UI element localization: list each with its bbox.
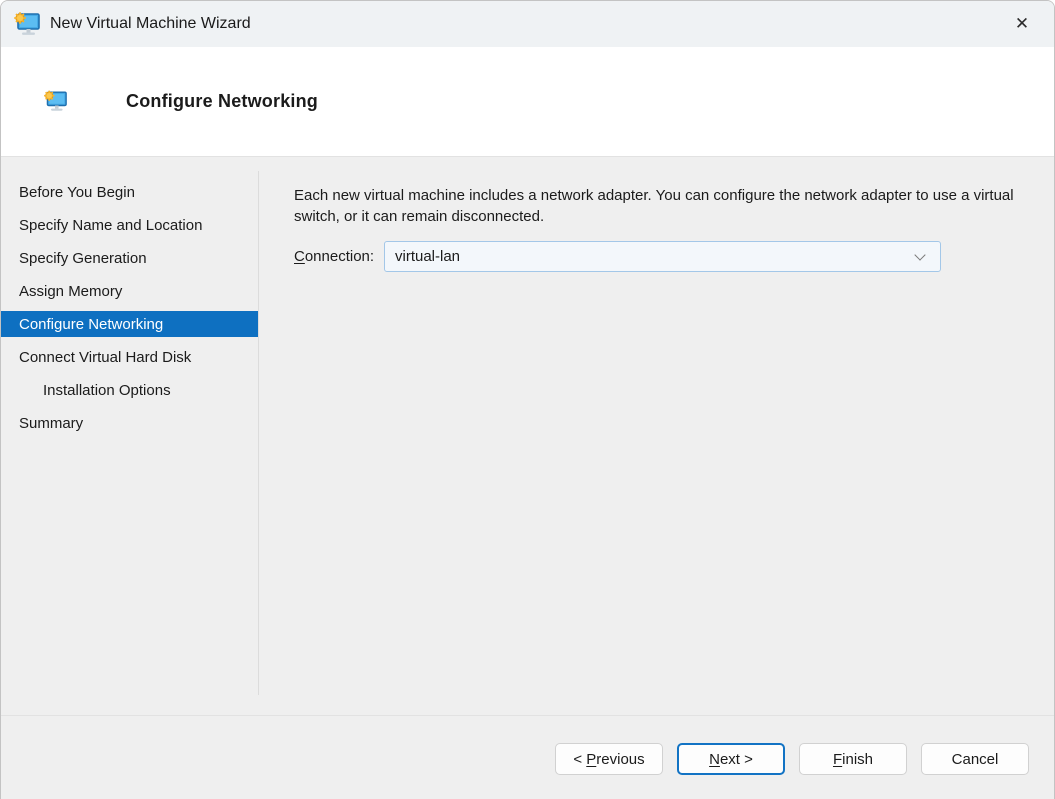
- connection-row: Connection: virtual-lan: [294, 241, 1022, 272]
- finish-button[interactable]: Finish: [799, 743, 907, 775]
- vm-monitor-icon: [44, 90, 67, 111]
- wizard-footer: < Previous Next > Finish Cancel: [1, 715, 1054, 799]
- next-button[interactable]: Next >: [677, 743, 785, 775]
- cancel-button[interactable]: Cancel: [921, 743, 1029, 775]
- wizard-window: New Virtual Machine Wizard ✕ Configure N…: [0, 0, 1055, 799]
- sidebar-item-before-you-begin[interactable]: Before You Begin: [1, 179, 258, 205]
- page-description: Each new virtual machine includes a netw…: [294, 187, 1014, 225]
- window-title: New Virtual Machine Wizard: [50, 15, 251, 32]
- connection-label-accesskey: C: [294, 248, 305, 265]
- sidebar-item-assign-memory[interactable]: Assign Memory: [1, 278, 258, 304]
- vm-monitor-icon: [14, 11, 40, 35]
- connection-dropdown[interactable]: virtual-lan: [384, 241, 941, 272]
- wizard-header: Configure Networking: [1, 47, 1054, 157]
- wizard-body: Before You Begin Specify Name and Locati…: [1, 157, 1054, 715]
- sidebar-item-connect-virtual-hard-disk[interactable]: Connect Virtual Hard Disk: [1, 344, 258, 370]
- wizard-steps-sidebar: Before You Begin Specify Name and Locati…: [1, 157, 258, 715]
- sidebar-item-specify-name-and-location[interactable]: Specify Name and Location: [1, 212, 258, 238]
- sidebar-item-summary[interactable]: Summary: [1, 410, 258, 436]
- sidebar-item-specify-generation[interactable]: Specify Generation: [1, 245, 258, 271]
- connection-label: Connection:: [294, 248, 384, 265]
- close-icon[interactable]: ✕: [1000, 1, 1044, 47]
- sidebar-item-installation-options[interactable]: Installation Options: [1, 377, 258, 403]
- chevron-down-icon: [914, 249, 926, 261]
- page-content: Each new virtual machine includes a netw…: [259, 157, 1054, 715]
- connection-dropdown-value: virtual-lan: [395, 248, 461, 265]
- sidebar-item-configure-networking[interactable]: Configure Networking: [1, 311, 258, 337]
- title-bar: New Virtual Machine Wizard ✕: [1, 1, 1054, 47]
- connection-label-rest: onnection:: [304, 248, 375, 265]
- previous-button[interactable]: < Previous: [555, 743, 663, 775]
- page-title: Configure Networking: [126, 91, 318, 111]
